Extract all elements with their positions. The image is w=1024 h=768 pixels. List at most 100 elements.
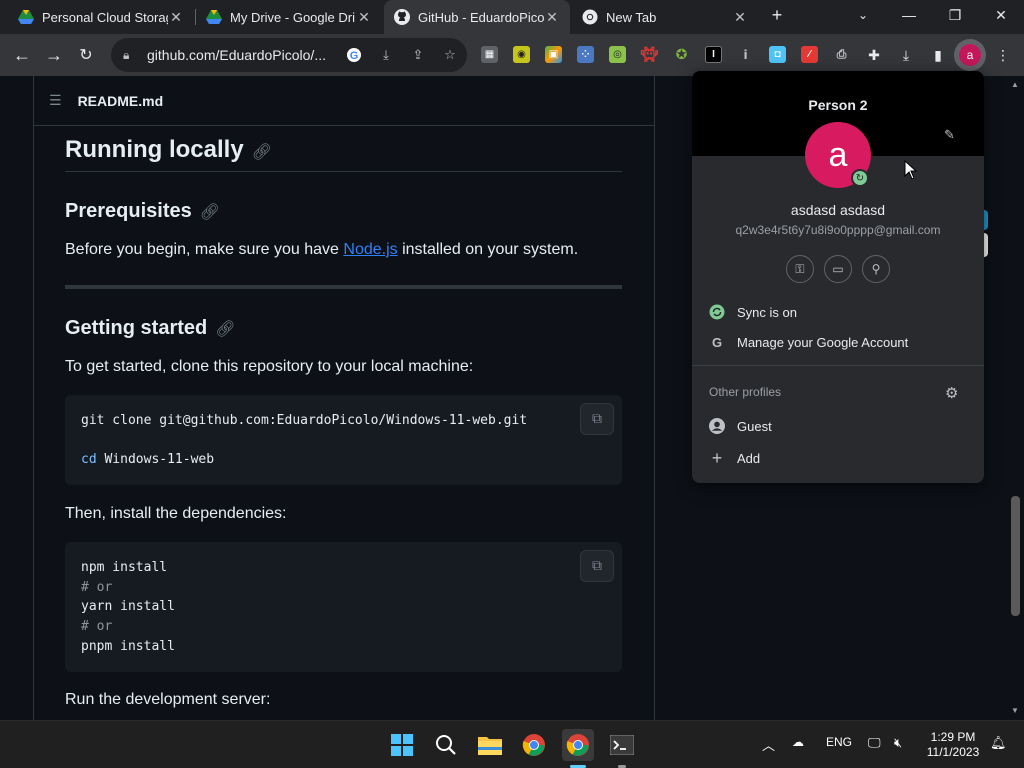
code-line: yarn install <box>81 599 175 614</box>
chrome-taskbar-icon[interactable] <box>518 729 550 761</box>
addresses-pin-icon[interactable]: ⚲ <box>862 255 890 283</box>
terminal-icon[interactable] <box>606 729 638 761</box>
lock-icon[interactable]: 🔒︎ <box>123 48 137 63</box>
code-line: pnpm install <box>81 639 175 654</box>
extension-2-icon[interactable]: ◉ <box>513 46 530 63</box>
code-line: npm install <box>81 560 168 575</box>
tab-title: Personal Cloud Storag <box>42 9 168 25</box>
extension-10-icon[interactable]: ◘ <box>769 46 786 63</box>
tab-strip: Personal Cloud Storag ✕ My Drive - Googl… <box>0 0 1024 34</box>
plus-icon: + <box>711 447 723 468</box>
chrome-active-taskbar-icon[interactable] <box>562 729 594 761</box>
close-icon[interactable]: ✕ <box>544 9 560 26</box>
side-panel-icon[interactable]: ▮ <box>929 46 947 64</box>
extension-3-icon[interactable]: ▣ <box>545 46 562 63</box>
getting-started-paragraph: To get started, clone this repository to… <box>65 358 474 375</box>
link-anchor-icon[interactable]: 🔗︎ <box>200 204 220 221</box>
add-profile-row[interactable]: + Add <box>692 443 984 473</box>
network-icon[interactable]: 🖵︎ <box>868 735 881 751</box>
extension-8-icon[interactable]: I <box>705 46 722 63</box>
menu-kebab-icon[interactable]: ⋮ <box>994 46 1012 64</box>
share-icon[interactable]: ⇪ <box>409 46 427 64</box>
code-block-clone: git clone git@github.com:EduardoPicolo/W… <box>65 395 622 485</box>
extensions-puzzle-icon[interactable]: ✚ <box>865 46 883 64</box>
guest-profile-row[interactable]: Guest <box>692 411 984 441</box>
google-lens-icon[interactable]: G <box>345 46 363 64</box>
bookmark-star-icon[interactable]: ☆ <box>441 46 459 64</box>
extension-9-icon[interactable]: ⅰ <box>737 46 754 63</box>
nodejs-link[interactable]: Node.js <box>343 241 397 258</box>
manage-google-account-row[interactable]: G Manage your Google Account <box>692 327 984 357</box>
tab-search-chevron-icon[interactable]: ⌄ <box>840 0 886 30</box>
code-comment: # or <box>81 619 113 634</box>
guest-label: Guest <box>737 418 772 434</box>
close-icon[interactable]: ✕ <box>732 9 748 26</box>
profile-menu-popup: Person 2 ✎ a ↻ asdasd asdasd q2w3e4r5t6y… <box>692 71 984 483</box>
notification-bell-icon[interactable]: 🔔︎ <box>990 735 1007 751</box>
heading-prerequisites: Prerequisites 🔗︎ <box>65 200 220 223</box>
scrollbar-thumb[interactable] <box>1011 496 1020 616</box>
scroll-down-icon[interactable]: ▼ <box>1011 706 1019 715</box>
back-button[interactable]: ← <box>8 41 36 69</box>
extension-5-icon[interactable]: ◎ <box>609 46 626 63</box>
show-hidden-icons-chevron-icon[interactable]: ︿ <box>762 735 775 754</box>
list-icon[interactable]: ☰ <box>49 92 62 109</box>
extension-11-icon[interactable]: ⁄ <box>801 46 818 63</box>
reload-button[interactable]: ↻ <box>72 41 100 69</box>
payment-card-icon[interactable]: ▭ <box>824 255 852 283</box>
chrome-icon <box>582 9 598 25</box>
extension-4-icon[interactable]: ⁘ <box>577 46 594 63</box>
system-clock[interactable]: 1:29 PM 11/1/2023 <box>918 730 988 760</box>
extension-7-icon[interactable]: ✪ <box>673 46 690 63</box>
edit-pencil-icon[interactable]: ✎ <box>944 127 955 143</box>
clock-date: 11/1/2023 <box>926 745 980 759</box>
downloads-icon[interactable]: ⤓ <box>897 46 915 64</box>
extension-12-icon[interactable]: ⎙ <box>833 46 850 63</box>
url-text: github.com/EduardoPicolo/... <box>147 47 326 63</box>
minimize-button[interactable]: — <box>886 0 932 30</box>
code-line: cd Windows-11-web <box>81 452 214 467</box>
prereq-paragraph: Before you begin, make sure you have Nod… <box>65 241 578 259</box>
sync-row[interactable]: Sync is on <box>692 297 984 327</box>
new-tab-button[interactable]: + <box>760 0 794 30</box>
tab-personal-cloud[interactable]: Personal Cloud Storag ✕ <box>8 0 194 34</box>
passwords-key-icon[interactable]: ⚿ <box>786 255 814 283</box>
heading-divider <box>65 171 622 172</box>
close-icon[interactable]: ✕ <box>356 9 372 26</box>
volume-muted-icon[interactable]: 🔇︎ <box>894 735 902 751</box>
file-explorer-icon[interactable] <box>474 729 506 761</box>
heading-text: Running locally <box>65 136 244 163</box>
guest-avatar-icon <box>709 416 725 436</box>
text: Before you begin, make sure you have <box>65 241 344 258</box>
install-app-icon[interactable]: ⤓ <box>377 46 395 64</box>
text: installed on your system. <box>397 241 579 258</box>
code-text: Windows-11-web <box>96 452 215 467</box>
link-anchor-icon[interactable]: 🔗︎ <box>215 321 235 338</box>
search-icon[interactable] <box>430 729 462 761</box>
language-indicator[interactable]: ENG <box>826 735 852 749</box>
code-line: git clone git@github.com:EduardoPicolo/W… <box>81 413 528 428</box>
forward-button[interactable]: → <box>40 41 68 69</box>
tab-my-drive[interactable]: My Drive - Google Dri ✕ <box>196 0 382 34</box>
extension-6-icon[interactable]: 👾︎ <box>641 46 659 63</box>
close-icon[interactable]: ✕ <box>168 9 184 26</box>
scroll-up-icon[interactable]: ▲ <box>1011 80 1019 89</box>
copy-icon[interactable]: ⧉ <box>580 550 614 582</box>
restore-button[interactable]: ❐ <box>932 0 978 30</box>
google-drive-icon <box>206 9 222 25</box>
popup-divider <box>692 365 984 366</box>
tab-github[interactable]: GitHub - EduardoPicol ✕ <box>384 0 570 34</box>
page-scrollbar[interactable]: ▲ ▼ <box>1007 76 1024 720</box>
copy-icon[interactable]: ⧉ <box>580 403 614 435</box>
gear-icon[interactable]: ⚙ <box>945 384 958 402</box>
heading-text: Prerequisites <box>65 200 192 222</box>
profile-avatar-button[interactable]: a <box>959 44 981 66</box>
close-window-button[interactable]: ✕ <box>978 0 1024 30</box>
onedrive-cloud-icon[interactable]: ☁ <box>792 735 804 749</box>
link-anchor-icon[interactable]: 🔗︎ <box>252 144 272 161</box>
extension-1-icon[interactable]: ▦ <box>481 46 498 63</box>
windows-start-icon[interactable] <box>386 729 418 761</box>
mouse-cursor-icon <box>904 159 918 185</box>
google-g-icon: G <box>711 334 723 350</box>
tab-new-tab[interactable]: New Tab ✕ <box>572 0 758 34</box>
